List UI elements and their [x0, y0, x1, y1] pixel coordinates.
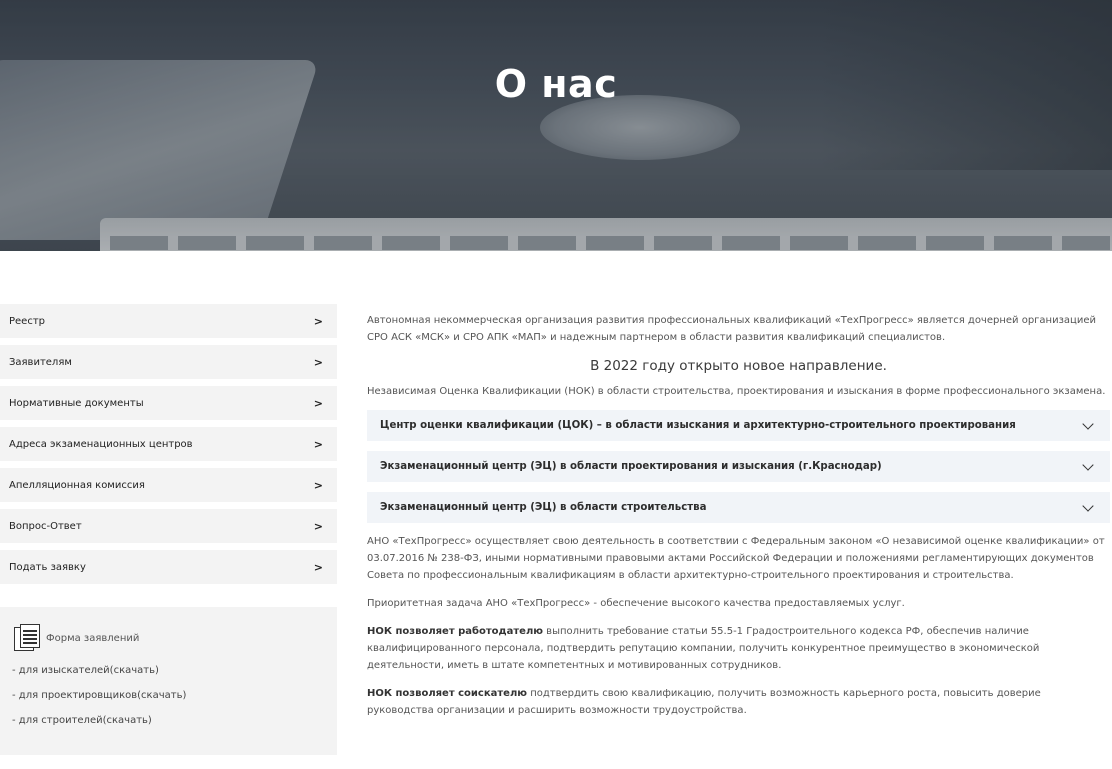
chevron-down-icon: [1082, 499, 1094, 512]
document-stack-icon: [12, 623, 42, 653]
chevron-right-icon: >: [313, 519, 323, 533]
applicant-bold-text: НОК позволяет соискателю: [367, 688, 528, 699]
hero-overlay: [0, 0, 1112, 251]
download-surveyors-link[interactable]: - для изыскателей(скачать): [12, 665, 325, 676]
hero-banner: О нас: [0, 0, 1112, 251]
accordion-item-cok[interactable]: Центр оценки квалификации (ЦОК) – в обла…: [367, 410, 1110, 441]
sidebar-item-label: Реестр: [9, 315, 46, 327]
chevron-down-icon: [1082, 458, 1094, 471]
employer-bold-text: НОК позволяет работодателю: [367, 626, 543, 637]
chevron-right-icon: >: [313, 314, 323, 328]
chevron-right-icon: >: [313, 560, 323, 574]
page-title: О нас: [494, 62, 618, 106]
sidebar-item-applicants[interactable]: Заявителям >: [0, 345, 337, 379]
sidebar-item-registry[interactable]: Реестр >: [0, 304, 337, 338]
chevron-right-icon: >: [313, 396, 323, 410]
accordion-item-ec-design[interactable]: Экзаменационный центр (ЭЦ) в области про…: [367, 451, 1110, 482]
chevron-right-icon: >: [313, 478, 323, 492]
intro-paragraph: Автономная некоммерческая организация ра…: [367, 315, 1096, 343]
application-forms-panel: Форма заявлений - для изыскателей(скачат…: [0, 607, 337, 755]
sidebar-item-label: Подать заявку: [9, 561, 86, 573]
nok-paragraph: Независимая Оценка Квалификации (НОК) в …: [367, 386, 1106, 397]
accordion-item-label: Экзаменационный центр (ЭЦ) в области про…: [380, 461, 882, 472]
law-paragraph: АНО «ТехПрогресс» осуществляет свою деят…: [367, 536, 1105, 581]
download-designers-link[interactable]: - для проектировщиков(скачать): [12, 690, 325, 701]
sidebar-nav: Реестр > Заявителям > Нормативные докуме…: [0, 304, 337, 591]
priority-paragraph: Приоритетная задача АНО «ТехПрогресс» - …: [367, 598, 905, 609]
sidebar-item-exam-centers[interactable]: Адреса экзаменационных центров >: [0, 427, 337, 461]
download-builders-link[interactable]: - для строителей(скачать): [12, 715, 325, 726]
forms-header: Форма заявлений: [12, 623, 325, 653]
accordion-item-ec-construction[interactable]: Экзаменационный центр (ЭЦ) в области стр…: [367, 492, 1110, 523]
sidebar-item-label: Заявителям: [9, 356, 72, 368]
sidebar-item-normative-docs[interactable]: Нормативные документы >: [0, 386, 337, 420]
main-content: Автономная некоммерческая организация ра…: [367, 312, 1110, 730]
chevron-down-icon: [1082, 417, 1094, 430]
section-headline: В 2022 году открыто новое направление.: [590, 358, 887, 374]
sidebar-item-appeal-commission[interactable]: Апелляционная комиссия >: [0, 468, 337, 502]
accordion: Центр оценки квалификации (ЦОК) – в обла…: [367, 410, 1110, 523]
accordion-item-label: Центр оценки квалификации (ЦОК) – в обла…: [380, 420, 1016, 431]
chevron-right-icon: >: [313, 437, 323, 451]
sidebar-item-label: Адреса экзаменационных центров: [9, 438, 193, 450]
chevron-right-icon: >: [313, 355, 323, 369]
sidebar-item-faq[interactable]: Вопрос-Ответ >: [0, 509, 337, 543]
sidebar-item-label: Нормативные документы: [9, 397, 144, 409]
accordion-item-label: Экзаменационный центр (ЭЦ) в области стр…: [380, 502, 707, 513]
sidebar-item-submit-application[interactable]: Подать заявку >: [0, 550, 337, 584]
sidebar-item-label: Вопрос-Ответ: [9, 520, 82, 532]
forms-title: Форма заявлений: [46, 632, 140, 644]
employer-paragraph: НОК позволяет работодателю выполнить тре…: [367, 623, 1110, 674]
sidebar-item-label: Апелляционная комиссия: [9, 479, 145, 491]
applicant-paragraph: НОК позволяет соискателю подтвердить сво…: [367, 685, 1110, 719]
